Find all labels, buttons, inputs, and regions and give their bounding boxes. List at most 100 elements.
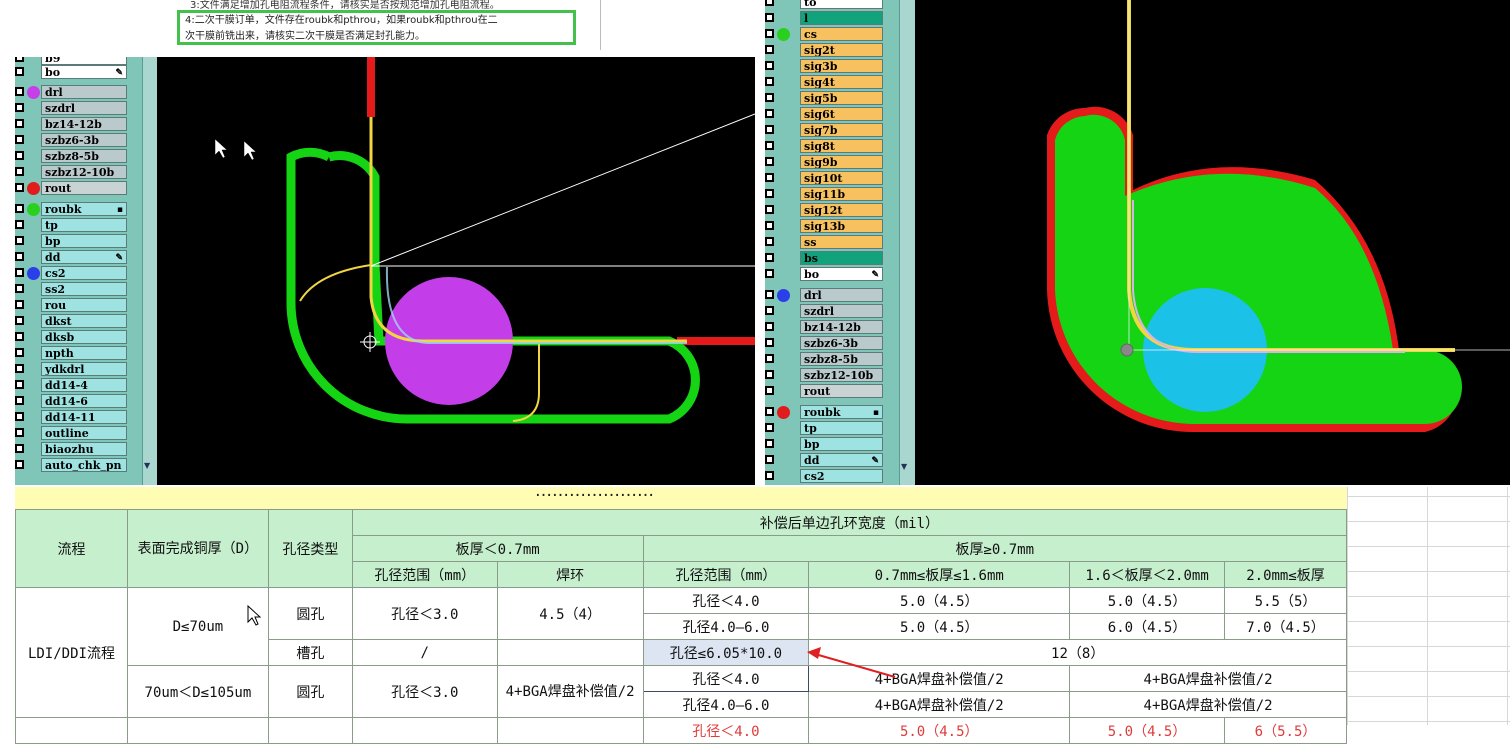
- layer-row-tp[interactable]: tp: [765, 421, 883, 436]
- layer-checkbox[interactable]: [15, 428, 24, 437]
- layer-row-sig3b[interactable]: sig3b: [765, 59, 883, 74]
- layer-name[interactable]: dd14-6: [41, 394, 127, 408]
- layer-checkbox[interactable]: [765, 93, 774, 102]
- layer-name[interactable]: tp: [800, 421, 883, 435]
- layer-color-dot-icon[interactable]: [27, 267, 40, 280]
- layer-checkbox[interactable]: [765, 439, 774, 448]
- layer-row-sig10t[interactable]: sig10t: [765, 171, 883, 186]
- layer-row-npth[interactable]: npth: [15, 346, 127, 361]
- layer-name[interactable]: tp: [41, 218, 127, 232]
- layer-row-biaozhu[interactable]: biaozhu: [15, 442, 127, 457]
- layer-name[interactable]: szbz12-10b: [800, 368, 883, 382]
- layer-row-bo[interactable]: bo ✎: [15, 65, 127, 80]
- layer-name[interactable]: dkst: [41, 314, 127, 328]
- layer-name[interactable]: sig8t: [800, 139, 883, 153]
- layer-checkbox[interactable]: [15, 167, 24, 176]
- layer-row-sig6t[interactable]: sig6t: [765, 107, 883, 122]
- layer-row-dd14-4[interactable]: dd14-4: [15, 378, 127, 393]
- layer-checkbox[interactable]: [765, 61, 774, 70]
- layer-checkbox[interactable]: [15, 151, 24, 160]
- layer-row-bz14-12b[interactable]: bz14-12b: [765, 320, 883, 335]
- layer-row-szbz12-10b[interactable]: szbz12-10b: [765, 368, 883, 383]
- layer-name[interactable]: szbz12-10b: [41, 165, 127, 179]
- layer-checkbox[interactable]: [765, 471, 774, 480]
- layer-name[interactable]: l: [800, 11, 883, 25]
- layer-checkbox[interactable]: [765, 370, 774, 379]
- layer-name[interactable]: bp: [800, 437, 883, 451]
- layer-name[interactable]: ydkdrl: [41, 362, 127, 376]
- layer-name[interactable]: rou: [41, 298, 127, 312]
- layer-checkbox[interactable]: [765, 386, 774, 395]
- layer-row-rout[interactable]: rout: [765, 384, 883, 399]
- layer-checkbox[interactable]: [15, 119, 24, 128]
- layer-name[interactable]: bo ✎: [800, 267, 883, 281]
- layer-row-dd14-11[interactable]: dd14-11: [15, 410, 127, 425]
- layer-color-dot-icon[interactable]: [27, 86, 40, 99]
- layer-name[interactable]: dksb: [41, 330, 127, 344]
- layer-row-szbz6-3b[interactable]: szbz6-3b: [15, 133, 127, 148]
- scroll-down-icon[interactable]: ▼: [144, 461, 150, 470]
- layer-checkbox[interactable]: [15, 412, 24, 421]
- layer-row-szbz6-3b[interactable]: szbz6-3b: [765, 336, 883, 351]
- layer-name[interactable]: sig3b: [800, 59, 883, 73]
- layer-name[interactable]: sig9b: [800, 155, 883, 169]
- layer-checkbox[interactable]: [15, 67, 24, 76]
- layer-row-szbz8-5b[interactable]: szbz8-5b: [15, 149, 127, 164]
- layer-name[interactable]: outline: [41, 426, 127, 440]
- layer-name[interactable]: sig5b: [800, 91, 883, 105]
- layer-name[interactable]: biaozhu: [41, 442, 127, 456]
- left-graphic-canvas[interactable]: [157, 57, 755, 485]
- layer-row-rout[interactable]: rout: [15, 181, 127, 196]
- layer-checkbox[interactable]: [765, 269, 774, 278]
- right-layer-scrollbar[interactable]: ▼: [899, 0, 915, 485]
- layer-checkbox[interactable]: [15, 316, 24, 325]
- layer-row-l[interactable]: l: [765, 11, 883, 26]
- layer-color-dot-icon[interactable]: [777, 406, 790, 419]
- layer-name[interactable]: to: [800, 0, 883, 9]
- layer-row-sig8t[interactable]: sig8t: [765, 139, 883, 154]
- layer-edit-icon[interactable]: ▪: [873, 406, 879, 418]
- layer-checkbox[interactable]: [765, 157, 774, 166]
- layer-name[interactable]: szbz6-3b: [41, 133, 127, 147]
- layer-name[interactable]: b9: [41, 57, 127, 65]
- layer-name[interactable]: sig4t: [800, 75, 883, 89]
- layer-row-szbz8-5b[interactable]: szbz8-5b: [765, 352, 883, 367]
- layer-checkbox[interactable]: [15, 284, 24, 293]
- layer-row-cs2[interactable]: cs2: [765, 469, 883, 484]
- layer-checkbox[interactable]: [15, 444, 24, 453]
- layer-checkbox[interactable]: [765, 173, 774, 182]
- layer-row-sig5b[interactable]: sig5b: [765, 91, 883, 106]
- layer-row-to[interactable]: to: [765, 0, 883, 10]
- layer-name[interactable]: cs2: [41, 266, 127, 280]
- layer-checkbox[interactable]: [15, 380, 24, 389]
- layer-row-dd[interactable]: dd ✎: [15, 250, 127, 265]
- layer-row-sig2t[interactable]: sig2t: [765, 43, 883, 58]
- layer-checkbox[interactable]: [765, 189, 774, 198]
- layer-color-dot-icon[interactable]: [27, 203, 40, 216]
- layer-row-bz14-12b[interactable]: bz14-12b: [15, 117, 127, 132]
- layer-row-rou[interactable]: rou: [15, 298, 127, 313]
- layer-name[interactable]: szdrl: [41, 101, 127, 115]
- layer-checkbox[interactable]: [765, 253, 774, 262]
- layer-row-sig11b[interactable]: sig11b: [765, 187, 883, 202]
- layer-checkbox[interactable]: [765, 354, 774, 363]
- layer-checkbox[interactable]: [765, 237, 774, 246]
- layer-name[interactable]: szbz8-5b: [800, 352, 883, 366]
- layer-name[interactable]: bz14-12b: [800, 320, 883, 334]
- layer-checkbox[interactable]: [15, 252, 24, 261]
- layer-name[interactable]: bz14-12b: [41, 117, 127, 131]
- layer-edit-icon[interactable]: ✎: [115, 251, 123, 263]
- layer-name[interactable]: drl: [41, 85, 127, 99]
- layer-checkbox[interactable]: [765, 221, 774, 230]
- layer-name[interactable]: ss2: [41, 282, 127, 296]
- layer-checkbox[interactable]: [15, 300, 24, 309]
- layer-name[interactable]: bo ✎: [41, 65, 127, 79]
- layer-checkbox[interactable]: [15, 57, 24, 62]
- layer-row-bo[interactable]: bo ✎: [765, 267, 883, 282]
- layer-name[interactable]: rout: [41, 181, 127, 195]
- layer-name[interactable]: sig12t: [800, 203, 883, 217]
- layer-name[interactable]: ss: [800, 235, 883, 249]
- layer-checkbox[interactable]: [765, 306, 774, 315]
- layer-checkbox[interactable]: [765, 322, 774, 331]
- layer-checkbox[interactable]: [15, 220, 24, 229]
